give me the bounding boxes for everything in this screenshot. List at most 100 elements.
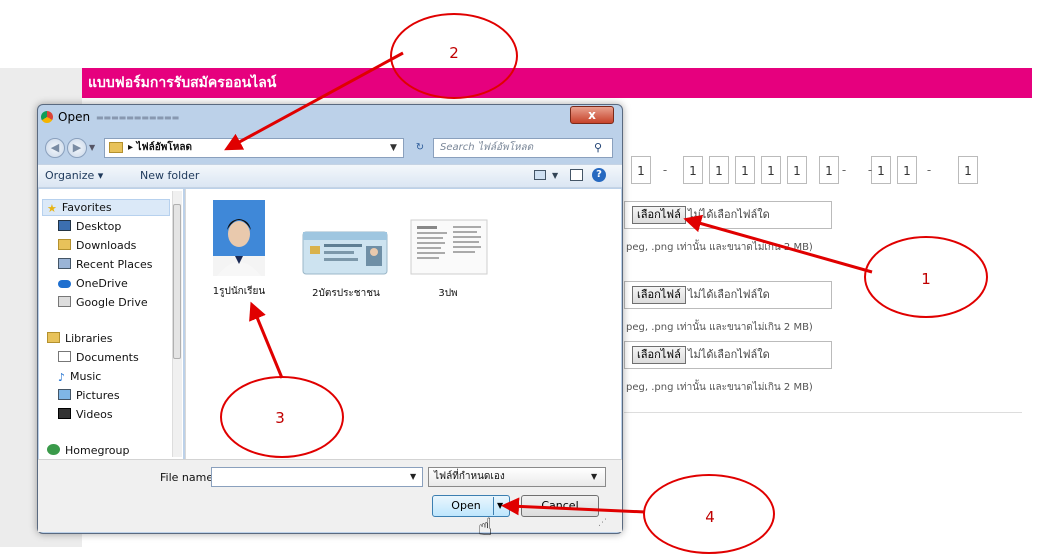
chrome-icon [41,111,53,123]
videos-icon [58,408,71,419]
file-hint-text: peg, .png เท่านั้น และขนาดไม่เกิน 2 MB) [626,382,813,393]
file-name-history-chevron-icon[interactable]: ▼ [410,469,416,485]
faded-background-text: ▬▬▬▬▬▬▬▬▬▬▬ [96,113,180,122]
arrow-right-icon: ▶ [72,141,82,154]
music-icon: ♪ [58,371,66,384]
documents-icon [58,351,71,362]
id-digit-box[interactable]: 1 [761,156,781,184]
close-button[interactable]: x [570,106,614,124]
nav-item-pictures[interactable]: Pictures [58,387,120,405]
downloads-icon [58,239,71,250]
callout-number: 2 [449,44,459,62]
nav-item-desktop[interactable]: Desktop [58,218,121,236]
breadcrumb-separator-icon: ▸ [128,142,134,153]
open-split-divider [493,497,494,515]
choose-file-button[interactable]: เลือกไฟล์ [632,346,686,364]
change-view-icon[interactable] [534,170,546,180]
drive-icon [58,296,71,307]
section-divider [624,412,1022,413]
file-hint-text: peg, .png เท่านั้น และขนาดไม่เกิน 2 MB) [626,322,813,333]
address-path[interactable]: ▸ ไฟล์อัพโหลด [128,140,192,156]
file-status-text: ไม่ได้เลือกไฟล์ใด [688,208,770,221]
folder-icon [109,142,123,153]
id-dash: - [841,163,847,177]
nav-item-music[interactable]: ♪ Music [58,368,101,386]
student-photo-thumbnail [213,200,265,276]
resize-grip-icon[interactable]: ⋰ [598,518,607,528]
open-button-label: Open [451,499,481,512]
form-header: แบบฟอร์มการรับสมัครออนไลน์ [82,68,1032,98]
nav-item-google-drive[interactable]: Google Drive [58,294,148,312]
nav-homegroup[interactable]: Homegroup [47,442,129,460]
id-dash: - [662,163,668,177]
star-icon: ★ [47,202,57,215]
file-status-text: ไม่ได้เลือกไฟล์ใด [688,348,770,361]
file-item[interactable]: 1รูปนักเรียน [202,198,276,302]
callout-number: 1 [921,270,931,288]
nav-libraries[interactable]: Libraries [47,330,113,348]
view-options-chevron-icon[interactable]: ▼ [552,167,558,185]
nav-favorites[interactable]: ★ Favorites [47,199,112,217]
file-type-selected: ไฟล์ที่กำหนดเอง [434,471,505,482]
id-digit-box[interactable]: 1 [958,156,978,184]
recent-locations-chevron-icon[interactable]: ▼ [89,140,99,156]
search-icon[interactable]: ⚲ [594,140,602,156]
back-button[interactable]: ◀ [45,138,65,158]
nav-label: Recent Places [76,258,153,271]
pictures-icon [58,389,71,400]
nav-item-documents[interactable]: Documents [58,349,139,367]
choose-file-button[interactable]: เลือกไฟล์ [632,206,686,224]
breadcrumb-current-folder[interactable]: ไฟล์อัพโหลด [137,142,192,153]
nav-item-downloads[interactable]: Downloads [58,237,136,255]
file-item[interactable]: 3ปพ [405,218,491,302]
nav-item-recent-places[interactable]: Recent Places [58,256,153,274]
nav-label: Pictures [76,389,120,402]
nav-label: Google Drive [76,296,148,309]
callout-number: 4 [705,508,715,526]
nav-label: OneDrive [76,277,128,290]
homegroup-icon [47,444,60,455]
preview-pane-icon[interactable] [570,169,583,181]
nav-label: Homegroup [65,444,130,457]
nav-item-videos[interactable]: Videos [58,406,113,424]
cancel-button[interactable]: Cancel [521,495,599,517]
file-name: 1รูปนักเรียน [212,286,266,297]
refresh-icon[interactable]: ↻ [410,138,430,158]
id-digit-box[interactable]: 1 [897,156,917,184]
file-name: 3ปพ [438,288,458,299]
hand-cursor-icon: ☝ [478,513,493,541]
choose-file-button[interactable]: เลือกไฟล์ [632,286,686,304]
id-card-thumbnail [302,231,388,275]
file-name-input[interactable] [211,467,423,487]
transcript-thumbnail [410,219,488,275]
arrow-left-icon: ◀ [50,141,60,154]
callout-number: 3 [275,409,285,427]
new-folder-button[interactable]: New folder [140,166,199,186]
file-name: 2บัตรประชาชน [312,288,380,299]
id-dash: - [867,163,873,177]
nav-label: Desktop [76,220,122,233]
id-digit-box[interactable]: 1 [631,156,651,184]
chevron-down-icon: ▼ [591,472,598,481]
organize-menu-button[interactable]: Organize ▾ [45,166,103,186]
open-options-chevron-icon[interactable]: ▼ [497,499,503,513]
forward-button[interactable]: ▶ [67,138,87,158]
id-digit-box[interactable]: 1 [735,156,755,184]
desktop-icon [58,220,71,231]
file-item[interactable]: 2บัตรประชาชน [300,222,392,302]
search-placeholder: Search ไฟล์อัพโหลด [440,142,534,153]
nav-item-onedrive[interactable]: OneDrive [58,275,128,293]
cloud-icon [58,280,71,288]
file-hint-text: peg, .png เท่านั้น และขนาดไม่เกิน 2 MB) [626,242,813,253]
nav-label: Music [70,370,102,383]
file-status-text: ไม่ได้เลือกไฟล์ใด [688,288,770,301]
help-icon[interactable]: ? [592,168,606,182]
nav-label: Libraries [65,332,113,345]
id-digit-box[interactable]: 1 [683,156,703,184]
nav-label: Documents [76,351,139,364]
id-digit-box[interactable]: 1 [709,156,729,184]
address-dropdown-icon[interactable]: ▼ [390,140,397,156]
recent-places-icon [58,258,71,269]
nav-scrollbar-thumb[interactable] [173,204,181,359]
id-digit-box[interactable]: 1 [787,156,807,184]
